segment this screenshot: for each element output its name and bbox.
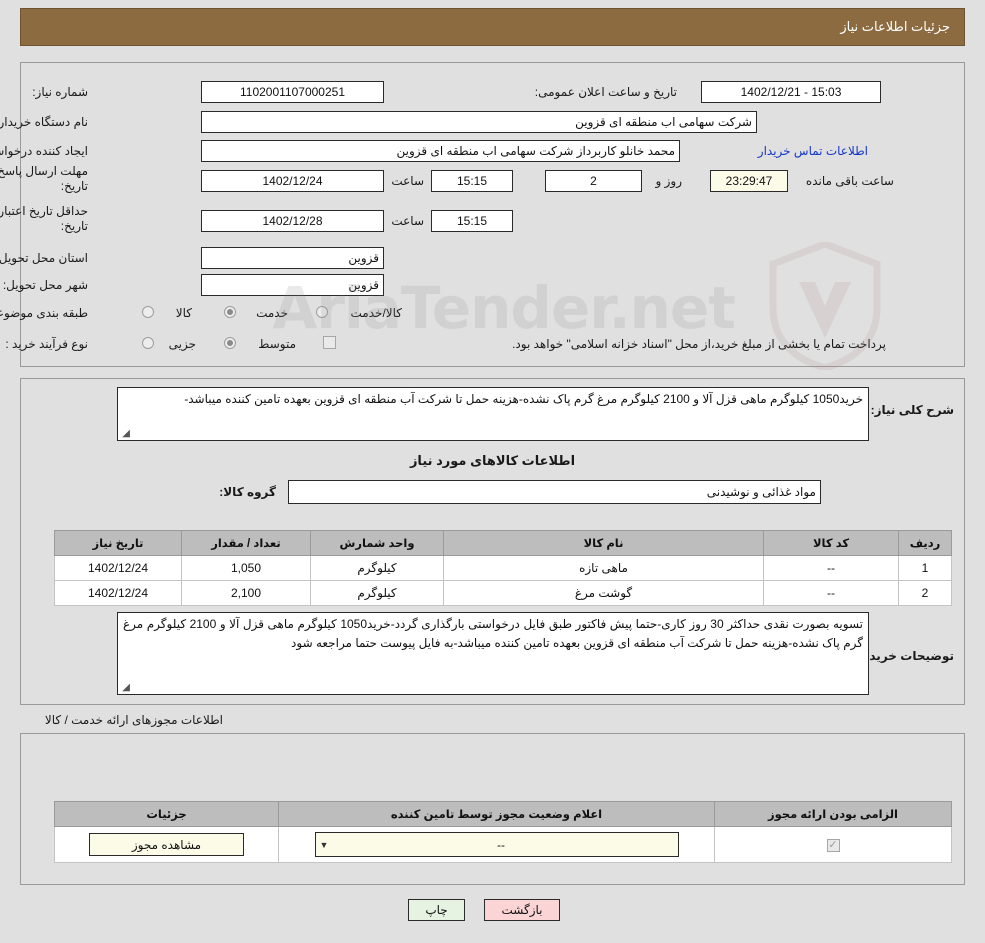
label-days-and: روز و <box>655 174 682 188</box>
permit-status-select[interactable]: ▼ -- <box>314 832 679 857</box>
permits-panel: الزامی بودن ارائه مجوز اعلام وضعیت مجوز … <box>20 733 965 885</box>
goods-col-date: تاریخ نیاز <box>54 530 182 556</box>
field-price-validity-date[interactable]: 1402/12/28 <box>201 210 384 232</box>
general-description-text: خرید1050 کیلوگرم ماهی قزل آلا و 2100 کیل… <box>184 392 863 406</box>
label-treasury-bonds: پرداخت تمام یا بخشی از مبلغ خرید،از محل … <box>512 337 886 351</box>
goods-cell-qty: 2,100 <box>181 580 311 606</box>
permits-section-title: اطلاعات مجوزهای ارائه خدمت / کالا <box>44 713 223 727</box>
resize-grip-icon[interactable]: ◢ <box>120 683 130 693</box>
resize-grip-icon[interactable]: ◢ <box>120 429 130 439</box>
permit-status-value: -- <box>496 837 505 852</box>
permits-cell-required <box>714 826 952 863</box>
label-general-description: شرح کلی نیاز: <box>870 403 954 417</box>
field-public-announce[interactable]: 15:03 - 1402/12/21 <box>701 81 881 103</box>
permit-required-checkbox <box>826 839 840 852</box>
label-purchase-process: نوع فرآیند خرید : <box>5 337 88 351</box>
field-reply-deadline-time[interactable]: 15:15 <box>431 170 513 192</box>
goods-col-row: ردیف <box>898 530 952 556</box>
goods-cell-unit: کیلوگرم <box>310 555 444 581</box>
need-info-panel: شماره نیاز: 1102001107000251 تاریخ و ساع… <box>0 62 965 367</box>
goods-cell-code: -- <box>763 580 899 606</box>
goods-col-unit: واحد شمارش <box>310 530 444 556</box>
radio-category-2-label: کالا/خدمت <box>350 306 402 320</box>
goods-cell-name: ماهی تازه <box>443 555 764 581</box>
label-hours-remaining: ساعت باقی مانده <box>805 174 894 188</box>
back-button[interactable]: بازگشت <box>484 899 560 921</box>
permits-col-status: اعلام وضعیت مجوز توسط تامین کننده <box>278 801 715 827</box>
radio-process-1-label: متوسط <box>258 337 296 351</box>
label-hour-1: ساعت <box>391 174 424 188</box>
goods-cell-unit: کیلوگرم <box>310 580 444 606</box>
label-reply-deadline-line2: تاریخ: <box>60 179 88 193</box>
label-hour-2: ساعت <box>391 214 424 228</box>
label-buyer-org: نام دستگاه خریدار: <box>0 115 88 129</box>
label-goods-group: گروه کالا: <box>219 485 276 499</box>
field-buyer-notes[interactable]: تسویه بصورت نقدی حداکثر 30 روز کاری-حتما… <box>117 612 869 695</box>
table-row: 1 -- ماهی تازه کیلوگرم 1,050 1402/12/24 <box>54 555 952 581</box>
field-price-validity-time[interactable]: 15:15 <box>431 210 513 232</box>
label-delivery-province: استان محل تحویل: <box>0 251 88 265</box>
label-public-announce: تاریخ و ساعت اعلان عمومی: <box>534 85 677 99</box>
goods-section-title: اطلاعات کالاهای مورد نیاز <box>409 453 576 468</box>
radio-process-0[interactable] <box>142 337 154 349</box>
goods-cell-code: -- <box>763 555 899 581</box>
permits-col-detail: جزئیات <box>54 801 279 827</box>
field-buyer-org[interactable]: شرکت سهامی اب منطقه ای قزوین <box>201 111 757 133</box>
goods-col-qty: تعداد / مقدار <box>181 530 311 556</box>
radio-category-0-label: کالا <box>175 306 192 320</box>
field-general-description[interactable]: خرید1050 کیلوگرم ماهی قزل آلا و 2100 کیل… <box>117 387 869 441</box>
description-goods-panel: شرح کلی نیاز: خرید1050 کیلوگرم ماهی قزل … <box>20 378 965 705</box>
radio-process-0-label: جزیی <box>168 337 196 351</box>
field-request-creator[interactable]: محمد خانلو کاربرداز شرکت سهامی اب منطقه … <box>201 140 680 162</box>
page-title: جزئیات اطلاعات نیاز <box>840 19 950 34</box>
goods-table-header-row: ردیف کد کالا نام کالا واحد شمارش تعداد /… <box>54 530 952 556</box>
radio-category-0[interactable] <box>142 306 154 318</box>
label-buyer-notes: توضیحات خریدار: <box>854 649 954 663</box>
field-time-left: 23:29:47 <box>710 170 788 192</box>
label-reply-deadline-line1: مهلت ارسال پاسخ: تا <box>0 164 88 178</box>
field-reply-deadline-date[interactable]: 1402/12/24 <box>201 170 384 192</box>
goods-cell-qty: 1,050 <box>181 555 311 581</box>
page-title-bar: جزئیات اطلاعات نیاز <box>20 8 965 46</box>
goods-cell-date: 1402/12/24 <box>54 580 182 606</box>
label-delivery-city: شهر محل تحویل: <box>2 278 88 292</box>
goods-col-name: نام کالا <box>443 530 764 556</box>
label-subject-category: طبقه بندی موضوعی: <box>0 306 88 320</box>
field-days-left[interactable]: 2 <box>545 170 642 192</box>
label-request-creator: ایجاد کننده درخواست: <box>0 144 88 158</box>
print-button[interactable]: چاپ <box>408 899 465 921</box>
goods-cell-name: گوشت مرغ <box>443 580 764 606</box>
permits-col-required: الزامی بودن ارائه مجوز <box>714 801 952 827</box>
buyer-notes-text: تسویه بصورت نقدی حداکثر 30 روز کاری-حتما… <box>123 617 863 650</box>
permits-cell-status: ▼ -- <box>278 826 715 863</box>
label-need-number: شماره نیاز: <box>32 85 88 99</box>
permits-table: الزامی بودن ارائه مجوز اعلام وضعیت مجوز … <box>54 801 952 863</box>
field-goods-group[interactable]: مواد غذائی و نوشیدنی <box>288 480 821 504</box>
goods-cell-date: 1402/12/24 <box>54 555 182 581</box>
field-delivery-city[interactable]: قزوین <box>201 274 384 296</box>
table-row: 2 -- گوشت مرغ کیلوگرم 2,100 1402/12/24 <box>54 580 952 606</box>
view-permit-button[interactable]: مشاهده مجوز <box>89 833 244 856</box>
field-need-number[interactable]: 1102001107000251 <box>201 81 384 103</box>
checkbox-treasury-bonds[interactable] <box>323 336 336 349</box>
radio-category-1-label: خدمت <box>256 306 288 320</box>
chevron-down-icon: ▼ <box>319 839 329 850</box>
label-price-validity-line1: حداقل تاریخ اعتبار قیمت: تا <box>0 204 88 218</box>
label-price-validity-line2: تاریخ: <box>60 219 88 233</box>
permits-cell-detail: مشاهده مجوز <box>54 826 279 863</box>
goods-cell-row: 1 <box>898 555 952 581</box>
radio-category-1[interactable] <box>224 306 236 318</box>
permits-table-header-row: الزامی بودن ارائه مجوز اعلام وضعیت مجوز … <box>54 801 952 827</box>
page-root: جزئیات اطلاعات نیاز شماره نیاز: 11020011… <box>0 0 985 943</box>
goods-col-code: کد کالا <box>763 530 899 556</box>
radio-category-2[interactable] <box>316 306 328 318</box>
buyer-contact-link[interactable]: اطلاعات تماس خریدار <box>758 144 868 158</box>
field-delivery-province[interactable]: قزوین <box>201 247 384 269</box>
table-row: ▼ -- مشاهده مجوز <box>54 826 952 863</box>
goods-cell-row: 2 <box>898 580 952 606</box>
goods-table: ردیف کد کالا نام کالا واحد شمارش تعداد /… <box>54 530 952 606</box>
radio-process-1[interactable] <box>224 337 236 349</box>
